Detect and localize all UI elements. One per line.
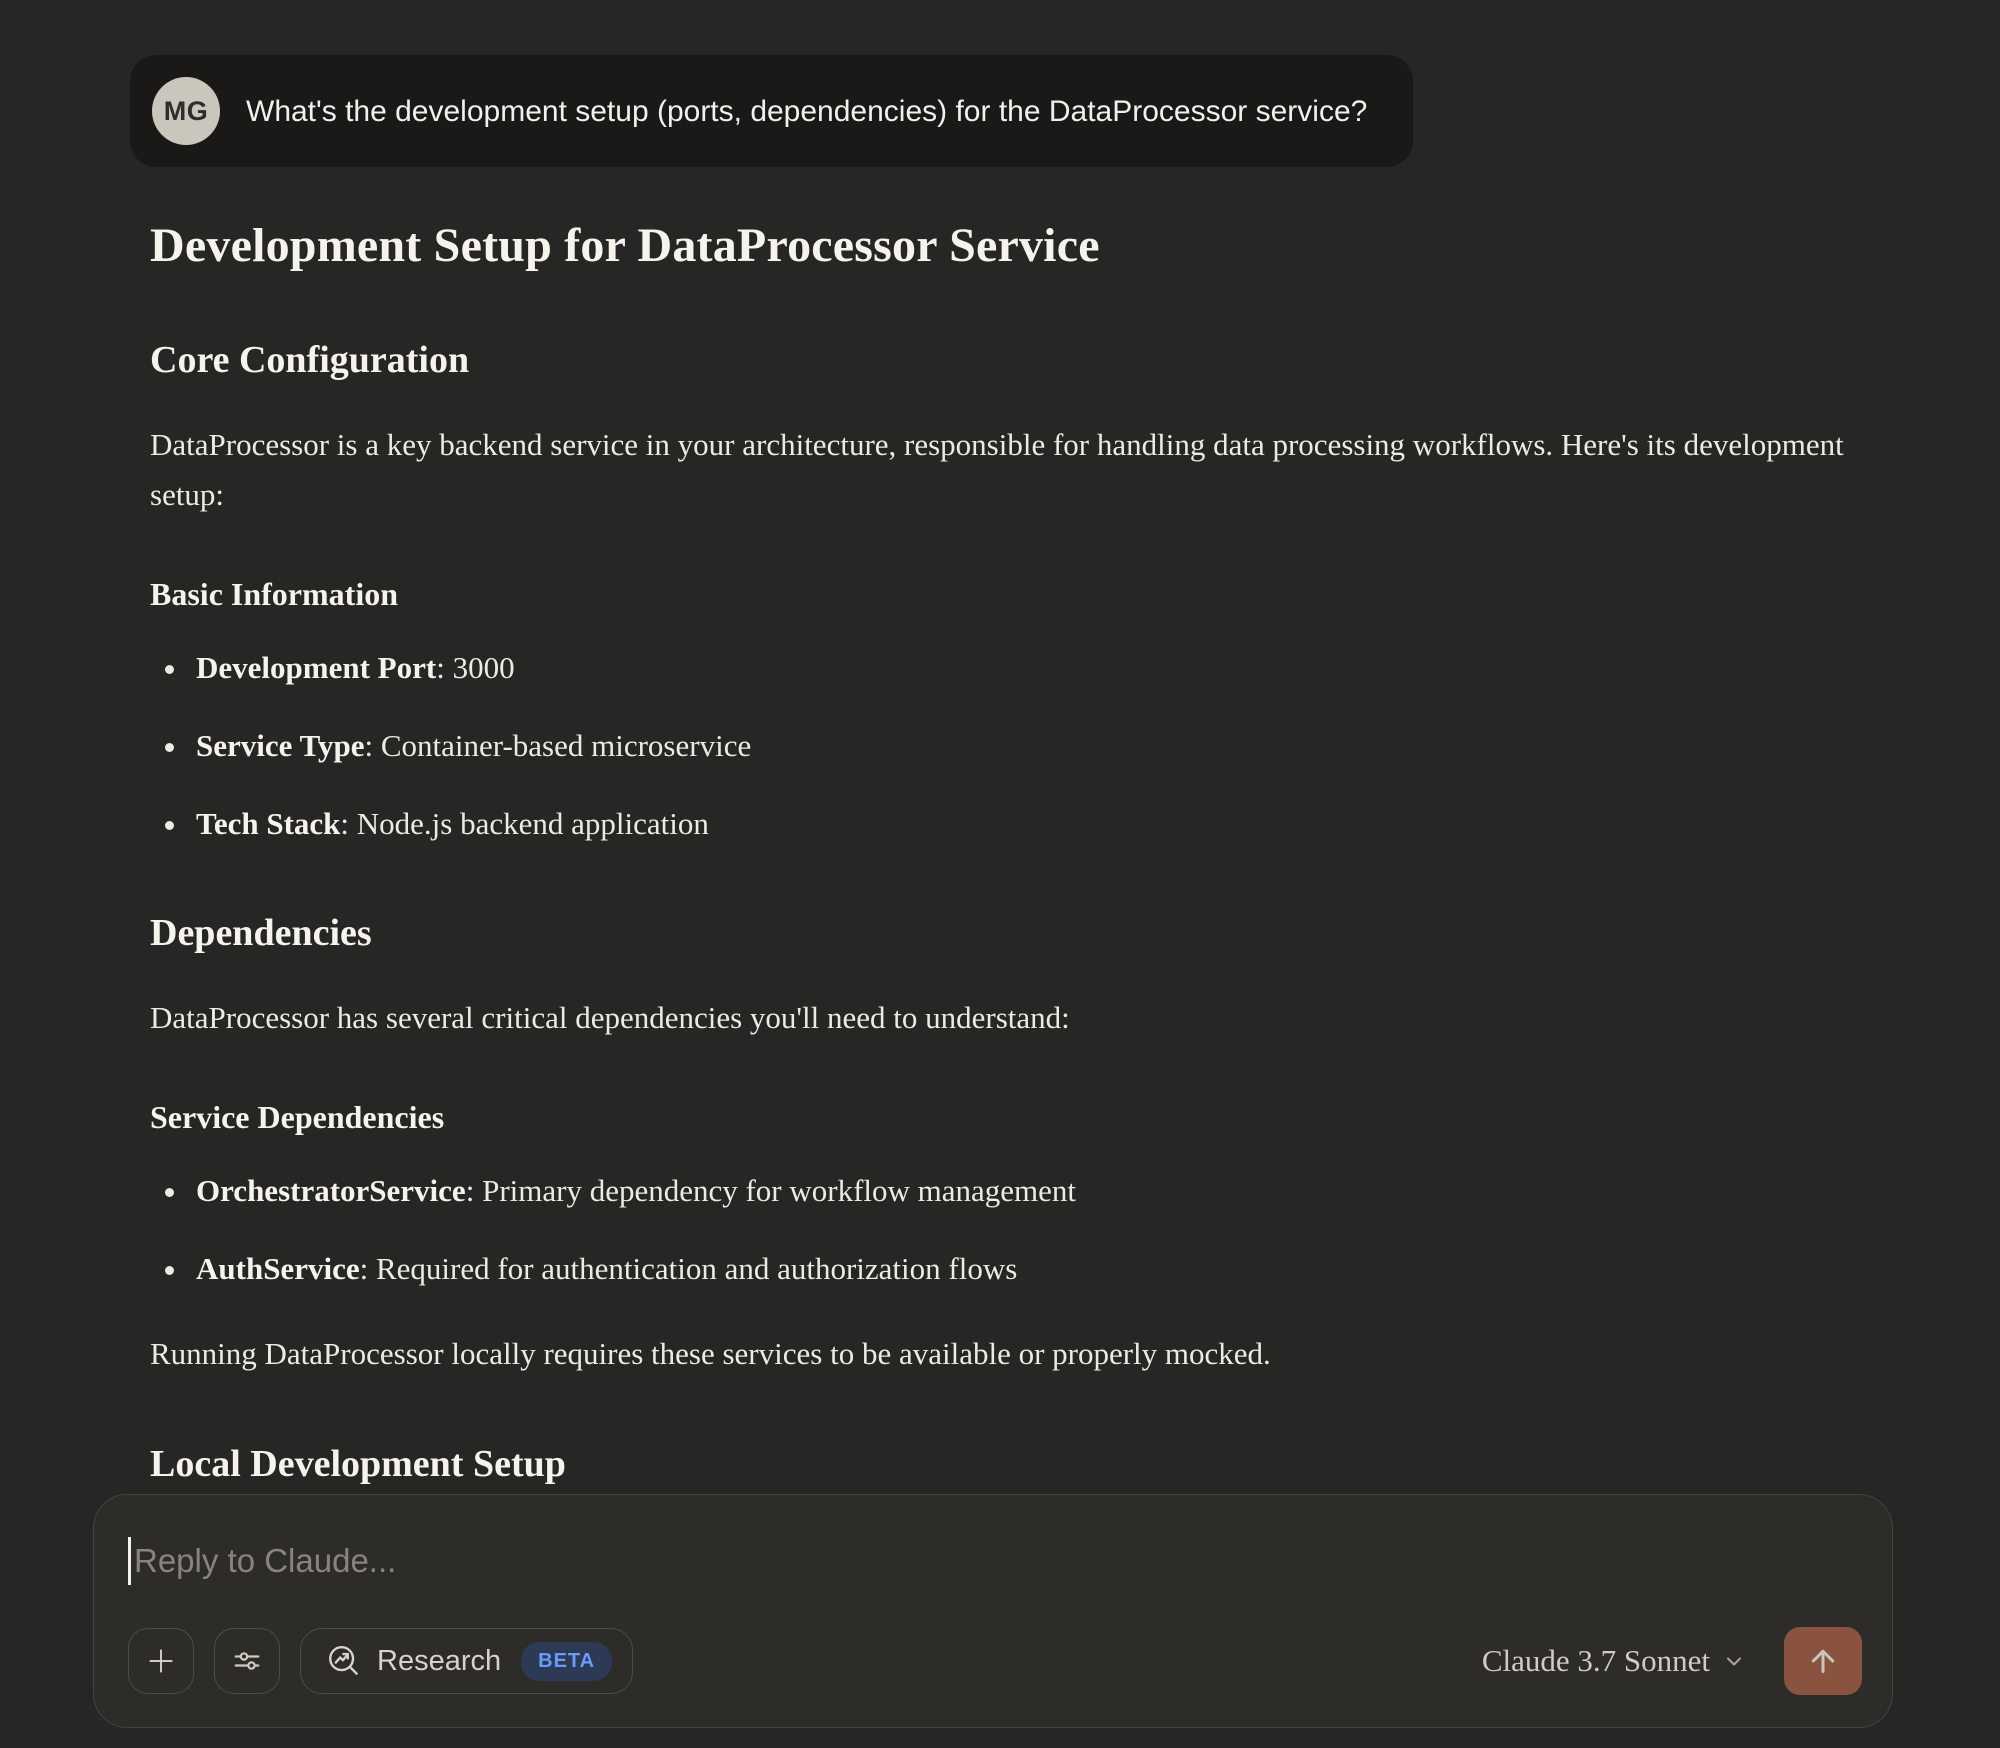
research-label: Research	[377, 1645, 501, 1678]
user-message-bubble: MG What's the development setup (ports, …	[130, 55, 1413, 167]
label-separator: :	[436, 650, 452, 685]
send-button[interactable]	[1784, 1627, 1862, 1695]
label-separator: :	[466, 1173, 482, 1208]
user-message-text: What's the development setup (ports, dep…	[246, 92, 1367, 131]
section-heading-local-development-setup: Local Development Setup	[150, 1441, 1850, 1489]
composer-toolbar: Research BETA Claude 3.7 Sonnet	[128, 1627, 1862, 1695]
label-separator: :	[364, 728, 380, 763]
composer-right-controls: Claude 3.7 Sonnet	[1472, 1627, 1862, 1695]
avatar-initials: MG	[164, 96, 209, 127]
section-heading-core-configuration: Core Configuration	[150, 337, 1850, 385]
research-icon	[325, 1642, 363, 1680]
paragraph-dependencies-note: Running DataProcessor locally requires t…	[150, 1329, 1850, 1379]
research-button[interactable]: Research BETA	[300, 1628, 633, 1694]
conversation: MG What's the development setup (ports, …	[0, 0, 2000, 1488]
avatar: MG	[152, 77, 220, 145]
list-item: OrchestratorService: Primary dependency …	[190, 1167, 1850, 1215]
composer[interactable]: Reply to Claude... Research BETA	[93, 1494, 1893, 1728]
text-caret	[128, 1537, 131, 1585]
label-separator: :	[340, 806, 356, 841]
chevron-down-icon	[1722, 1649, 1746, 1673]
composer-placeholder: Reply to Claude...	[134, 1542, 396, 1580]
list-item: Service Type: Container-based microservi…	[190, 722, 1850, 770]
attach-button[interactable]	[128, 1628, 194, 1694]
list-item: AuthService: Required for authentication…	[190, 1245, 1850, 1293]
beta-badge: BETA	[521, 1642, 612, 1681]
subsection-heading-basic-information: Basic Information	[150, 574, 1850, 616]
plus-icon	[144, 1644, 178, 1678]
model-selector[interactable]: Claude 3.7 Sonnet	[1472, 1635, 1756, 1687]
subsection-heading-service-dependencies: Service Dependencies	[150, 1097, 1850, 1139]
tools-button[interactable]	[214, 1628, 280, 1694]
composer-input[interactable]: Reply to Claude...	[128, 1537, 1862, 1585]
section-heading-dependencies: Dependencies	[150, 910, 1850, 958]
paragraph-core-intro: DataProcessor is a key backend service i…	[150, 420, 1850, 520]
basic-information-list: Development Port: 3000 Service Type: Con…	[150, 644, 1850, 848]
arrow-up-icon	[1805, 1643, 1841, 1679]
paragraph-dependencies-intro: DataProcessor has several critical depen…	[150, 993, 1850, 1043]
list-item: Development Port: 3000	[190, 644, 1850, 692]
sliders-icon	[229, 1643, 265, 1679]
assistant-response: Development Setup for DataProcessor Serv…	[150, 217, 1850, 1488]
service-dependencies-list: OrchestratorService: Primary dependency …	[150, 1167, 1850, 1293]
list-item: Tech Stack: Node.js backend application	[190, 800, 1850, 848]
model-selector-label: Claude 3.7 Sonnet	[1482, 1643, 1710, 1679]
label-separator: :	[360, 1251, 376, 1286]
response-title: Development Setup for DataProcessor Serv…	[150, 217, 1850, 275]
